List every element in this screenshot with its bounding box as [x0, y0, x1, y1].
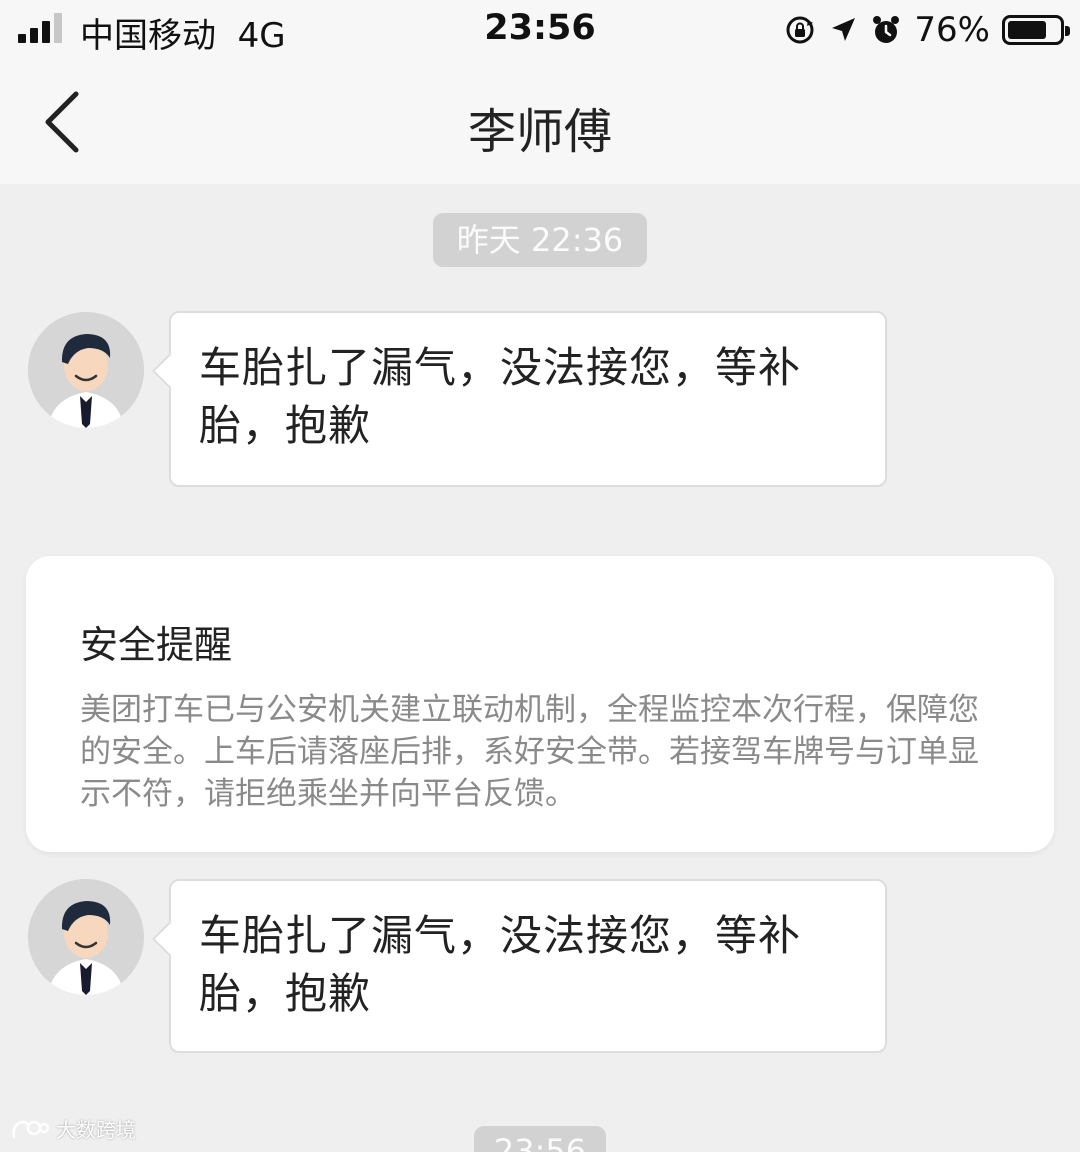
page-title: 李师傅	[467, 104, 612, 160]
battery-percent: 76%	[914, 10, 990, 50]
status-bar: 中国移动 4G 23:56 76%	[0, 0, 1080, 60]
driver-avatar-icon	[28, 879, 144, 995]
timestamp-chip: 23:56	[474, 1126, 606, 1152]
alarm-icon	[873, 16, 900, 43]
location-arrow-icon	[832, 18, 856, 41]
safety-reminder-card: 安全提醒 美团打车已与公安机关建立联动机制，全程监控本次行程，保障您的安全。上车…	[26, 556, 1054, 852]
driver-avatar-icon	[28, 312, 144, 428]
message-text: 车胎扎了漏气，没法接您，等补胎，抱歉	[199, 343, 802, 450]
battery-level-fill	[1008, 21, 1046, 39]
rotation-lock-icon	[786, 16, 814, 44]
avatar[interactable]	[28, 312, 144, 428]
nav-bar: 李师傅	[0, 60, 1080, 184]
watermark-text: 大数跨境	[56, 1118, 136, 1142]
safety-reminder-title: 安全提醒	[80, 623, 233, 667]
status-icons: 76%	[784, 8, 1070, 52]
message-bubble[interactable]: 车胎扎了漏气，没法接您，等补胎，抱歉	[152, 311, 887, 487]
message-text: 车胎扎了漏气，没法接您，等补胎，抱歉	[199, 911, 802, 1018]
watermark-logo-icon	[12, 1120, 50, 1138]
timestamp-chip: 昨天 22:36	[433, 213, 647, 267]
avatar[interactable]	[28, 879, 144, 995]
watermark: 大数跨境	[10, 1114, 136, 1143]
message-bubble[interactable]: 车胎扎了漏气，没法接您，等补胎，抱歉	[152, 879, 887, 1053]
battery-icon	[1002, 15, 1070, 45]
safety-reminder-text: 美团打车已与公安机关建立联动机制，全程监控本次行程，保障您的安全。上车后请落座后…	[80, 692, 979, 812]
